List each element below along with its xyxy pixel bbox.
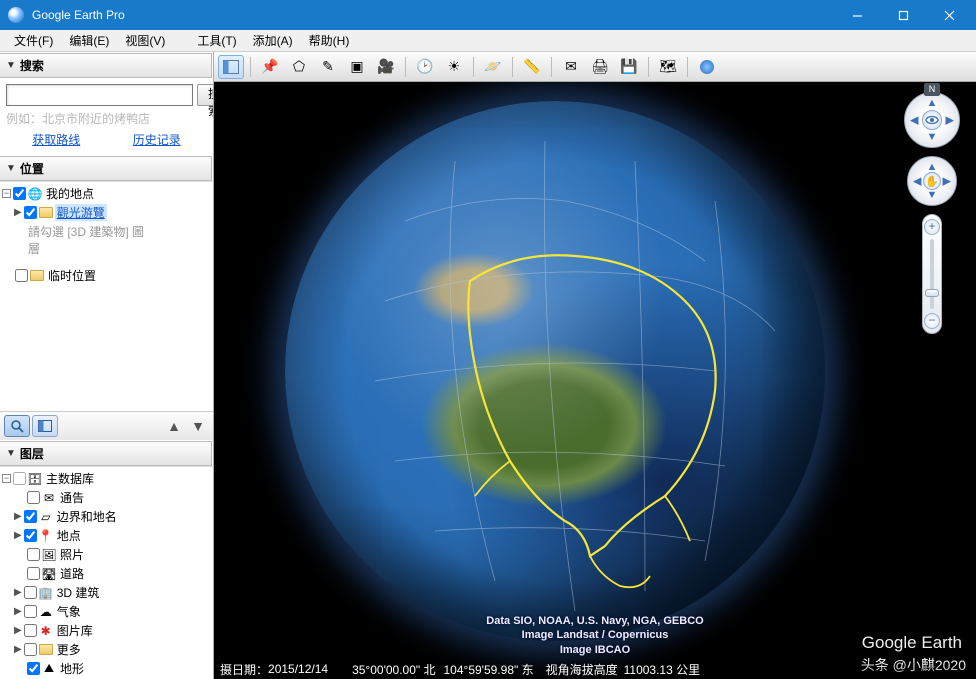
gallery-icon: ✱ xyxy=(39,624,53,638)
history-link[interactable]: 历史记录 xyxy=(133,131,181,148)
close-button[interactable] xyxy=(926,0,972,30)
folder-icon xyxy=(39,644,53,655)
planet-icon[interactable]: 🪐 xyxy=(480,55,506,79)
photo-icon: 🖼 xyxy=(42,548,56,562)
layer-notices[interactable]: ✉通告 xyxy=(14,488,213,507)
label-tip: 請勾選 [3D 建築物] 圖層 xyxy=(26,223,146,257)
tree-node-tip: 請勾選 [3D 建築物] 圖層 xyxy=(26,222,213,258)
places-tree[interactable]: − 🌐 我的地点 ▶ 觀光游覽 請勾選 [3D 建築物] 圖層 临时位置 xyxy=(0,181,213,411)
globe-viewport[interactable]: N ▲▼◀▶ ▲▼◀▶ ✋ + − Data SIO, NOAA, U.S. N… xyxy=(214,82,976,679)
print-icon[interactable]: 🖨 xyxy=(587,55,613,79)
label-temp: 临时位置 xyxy=(46,267,98,284)
main-toolbar: 📌 ⬠ ✎ ▣ 🎥 🕑 ☀ 🪐 📏 ✉ 🖨 💾 🗺 xyxy=(214,52,976,82)
checkbox-myplaces[interactable] xyxy=(13,187,26,200)
save-image-icon[interactable]: 💾 xyxy=(616,55,642,79)
move-ring[interactable]: ▲▼◀▶ ✋ xyxy=(907,156,957,206)
zoom-in-button[interactable]: + xyxy=(924,219,940,235)
hide-sidebar-icon[interactable] xyxy=(218,55,244,79)
terrain-icon: ⛰ xyxy=(42,662,56,676)
zoom-thumb[interactable] xyxy=(925,289,939,297)
look-ring[interactable]: N ▲▼◀▶ xyxy=(904,92,960,148)
panel-header-layers[interactable]: ▼图层 xyxy=(0,441,212,466)
layer-primary[interactable]: −🗄主数据库 xyxy=(2,469,213,488)
main-view: 📌 ⬠ ✎ ▣ 🎥 🕑 ☀ 🪐 📏 ✉ 🖨 💾 🗺 xyxy=(214,52,976,679)
placemark-icon[interactable]: 📌 xyxy=(257,55,283,79)
sun-icon[interactable]: ☀ xyxy=(441,55,467,79)
checkbox-sightseeing[interactable] xyxy=(24,206,37,219)
search-hint: 例如：北京市附近的烤鸭店 xyxy=(6,110,207,127)
panel-header-places[interactable]: ▼位置 xyxy=(0,156,212,181)
polygon-icon[interactable]: ⬠ xyxy=(286,55,312,79)
app-title: Google Earth Pro xyxy=(32,8,834,22)
nav-controls: N ▲▼◀▶ ▲▼◀▶ ✋ + − xyxy=(902,92,962,334)
menu-file[interactable]: 文件(F) xyxy=(6,30,61,51)
hand-icon[interactable]: ✋ xyxy=(923,172,941,190)
history-icon[interactable]: 🕑 xyxy=(412,55,438,79)
layer-more[interactable]: ▶更多 xyxy=(14,640,213,659)
globe[interactable] xyxy=(285,101,825,641)
building-icon: 🏢 xyxy=(39,586,53,600)
status-bar: 摄日期：2015/12/14 35°00'00.00" 北 104°59'59.… xyxy=(214,659,976,679)
eye-icon[interactable] xyxy=(922,110,942,130)
globe-icon[interactable] xyxy=(694,55,720,79)
places-toolbar: ▲ ▼ xyxy=(0,411,213,440)
menu-help[interactable]: 帮助(H) xyxy=(301,30,358,51)
layer-photos[interactable]: 🖼照片 xyxy=(14,545,213,564)
email-icon[interactable]: ✉ xyxy=(558,55,584,79)
label-sightseeing: 觀光游覽 xyxy=(55,204,107,221)
layer-borders[interactable]: ▶▱边界和地名 xyxy=(14,507,213,526)
menu-bar: 文件(F) 编辑(E) 视图(V) 工具(T) 添加(A) 帮助(H) xyxy=(0,30,976,52)
image-overlay-icon[interactable]: ▣ xyxy=(344,55,370,79)
search-title: 搜索 xyxy=(20,57,44,74)
panel-header-search[interactable]: ▼搜索 xyxy=(0,53,212,78)
earth-icon: 🌐 xyxy=(28,187,42,201)
places-panel-button[interactable] xyxy=(32,415,58,437)
database-icon: 🗄 xyxy=(28,472,42,486)
zoom-out-button[interactable]: − xyxy=(924,313,940,329)
tree-node-sightseeing[interactable]: ▶ 觀光游覽 xyxy=(14,203,213,222)
tree-node-myplaces[interactable]: − 🌐 我的地点 xyxy=(2,184,213,203)
sidebar: ▼搜索 搜索 例如：北京市附近的烤鸭店 获取路线 历史记录 ▼位置 − 🌐 我的… xyxy=(0,52,214,679)
layer-gallery[interactable]: ▶✱图片库 xyxy=(14,621,213,640)
layer-places[interactable]: ▶📍地点 xyxy=(14,526,213,545)
menu-tools[interactable]: 工具(T) xyxy=(189,30,244,51)
weather-icon: ☁ xyxy=(39,605,53,619)
app-icon xyxy=(8,7,24,23)
path-icon[interactable]: ✎ xyxy=(315,55,341,79)
search-input[interactable] xyxy=(6,84,193,106)
title-bar: Google Earth Pro xyxy=(0,0,976,30)
zoom-slider[interactable]: + − xyxy=(922,214,942,334)
minimize-button[interactable] xyxy=(834,0,880,30)
compass-n[interactable]: N xyxy=(924,83,940,96)
record-tour-icon[interactable]: 🎥 xyxy=(373,55,399,79)
checkbox-temp[interactable] xyxy=(15,269,28,282)
places-down-button[interactable]: ▼ xyxy=(187,415,209,437)
get-directions-link[interactable]: 获取路线 xyxy=(32,131,80,148)
places-up-button[interactable]: ▲ xyxy=(163,415,185,437)
layer-buildings[interactable]: ▶🏢3D 建筑 xyxy=(14,583,213,602)
menu-add[interactable]: 添加(A) xyxy=(245,30,301,51)
road-icon: 🛣 xyxy=(42,567,56,581)
places-title: 位置 xyxy=(20,160,44,177)
layer-weather[interactable]: ▶☁气象 xyxy=(14,602,213,621)
layers-tree[interactable]: −🗄主数据库 ✉通告 ▶▱边界和地名 ▶📍地点 🖼照片 🛣道路 ▶🏢3D 建筑 … xyxy=(0,466,213,679)
mail-icon: ✉ xyxy=(42,491,56,505)
search-button[interactable]: 搜索 xyxy=(197,84,214,106)
view-maps-icon[interactable]: 🗺 xyxy=(655,55,681,79)
layer-terrain[interactable]: ⛰地形 xyxy=(14,659,213,678)
borders-icon: ▱ xyxy=(39,510,53,524)
tree-node-temp[interactable]: 临时位置 xyxy=(2,266,213,285)
ruler-icon[interactable]: 📏 xyxy=(519,55,545,79)
folder-icon xyxy=(30,270,44,281)
places-search-button[interactable] xyxy=(4,415,30,437)
pin-icon: 📍 xyxy=(39,529,53,543)
menu-view[interactable]: 视图(V) xyxy=(117,30,173,51)
zoom-track[interactable] xyxy=(930,239,934,309)
menu-edit[interactable]: 编辑(E) xyxy=(61,30,117,51)
maximize-button[interactable] xyxy=(880,0,926,30)
folder-icon xyxy=(39,207,53,218)
label-myplaces: 我的地点 xyxy=(44,185,96,202)
layers-title: 图层 xyxy=(20,445,44,462)
layer-roads[interactable]: 🛣道路 xyxy=(14,564,213,583)
